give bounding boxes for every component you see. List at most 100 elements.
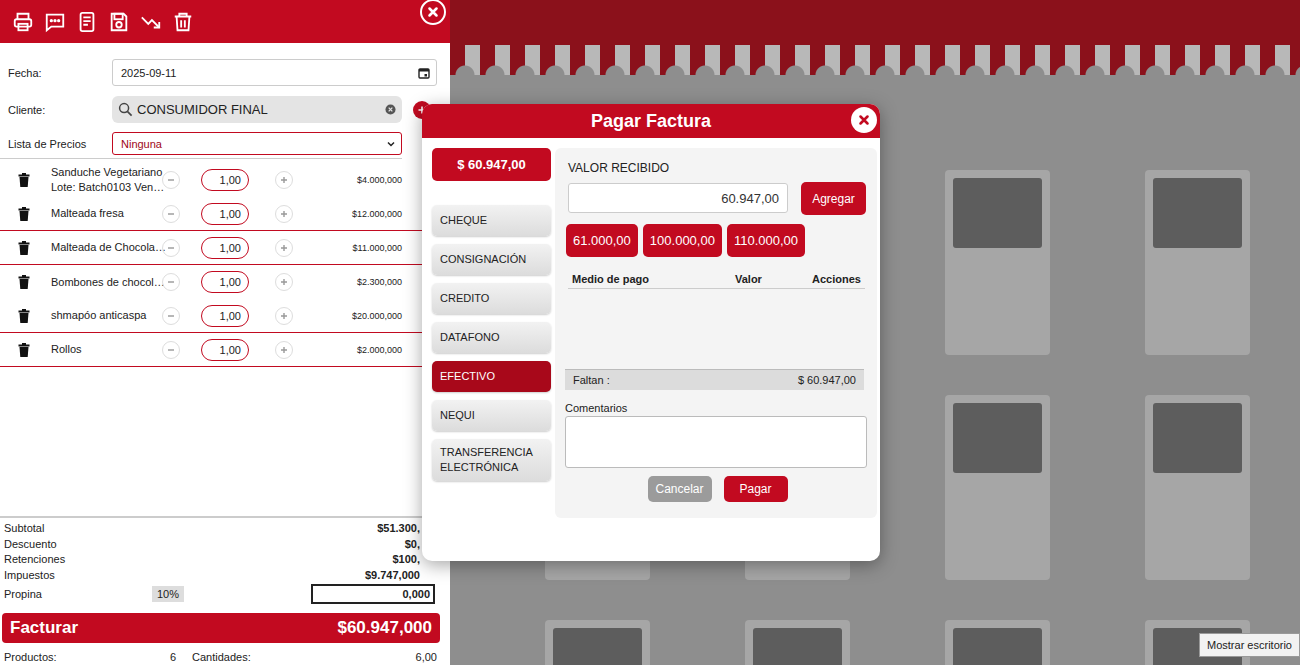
total-value: $100,	[392, 552, 420, 568]
total-label: Subtotal	[4, 521, 44, 537]
product-card[interactable]	[945, 395, 1050, 580]
client-field[interactable]: CONSUMIDOR FINAL	[112, 96, 402, 123]
awning-scallops	[450, 45, 1300, 75]
date-field[interactable]: 2025-09-11	[112, 59, 437, 86]
plus-icon	[279, 175, 289, 185]
quantity-input[interactable]: 1,00	[201, 305, 249, 327]
payment-method[interactable]: CHEQUE	[432, 205, 551, 236]
quantity-input[interactable]: 1,00	[201, 203, 249, 225]
increase-button[interactable]	[275, 239, 293, 257]
payment-panel: VALOR RECIBIDO 60.947,00 Agregar 61.000,…	[555, 148, 877, 518]
tip-input[interactable]: 0,000	[311, 584, 435, 604]
product-card[interactable]	[1145, 170, 1250, 355]
totals: Subtotal $51.300,Descuento $0,Retencione…	[0, 516, 450, 605]
quick-amount-button[interactable]: 100.000,00	[643, 224, 722, 257]
summary-item: Productos: 6	[0, 649, 180, 665]
calendar-icon[interactable]	[418, 67, 430, 79]
increase-button[interactable]	[275, 307, 293, 325]
product-card[interactable]	[745, 620, 850, 665]
comments-textarea[interactable]	[565, 416, 867, 468]
chat-icon[interactable]	[44, 11, 66, 33]
awning-banner	[450, 0, 1300, 45]
item-row: Sanduche Vegetariano Lote: Batch0103 Ven…	[0, 163, 422, 197]
item-price: $12.000,000	[293, 209, 402, 219]
close-dialog-button[interactable]	[851, 107, 877, 133]
column-header: Medio de pago	[572, 273, 735, 285]
chevron-down-icon	[386, 139, 396, 149]
quantity-input[interactable]: 1,00	[201, 339, 249, 361]
price-list-select[interactable]: Ninguna	[112, 132, 402, 155]
close-panel-button[interactable]	[420, 0, 446, 25]
remaining-bar: Faltan : $ 60.947,00	[565, 369, 864, 390]
remaining-value: $ 60.947,00	[798, 374, 856, 386]
primary-button[interactable]: Pagar	[724, 476, 788, 502]
trending-down-icon[interactable]	[140, 11, 162, 33]
trash-icon[interactable]	[18, 309, 30, 323]
trash-icon[interactable]	[18, 241, 30, 255]
decrease-button[interactable]	[162, 273, 180, 291]
product-card[interactable]	[545, 620, 650, 665]
minus-icon	[166, 277, 176, 287]
tip-percent[interactable]: 10%	[152, 586, 184, 602]
product-card[interactable]	[945, 620, 1050, 665]
minus-icon	[166, 175, 176, 185]
printer-icon[interactable]	[12, 11, 34, 33]
decrease-button[interactable]	[162, 307, 180, 325]
decrease-button[interactable]	[162, 239, 180, 257]
comments-label: Comentarios	[565, 401, 867, 416]
trash-icon[interactable]	[172, 11, 194, 33]
plus-icon	[279, 277, 289, 287]
secondary-button[interactable]: Cancelar	[648, 476, 712, 502]
form-divider	[0, 158, 402, 159]
received-input[interactable]: 60.947,00	[568, 183, 788, 213]
quantity-input[interactable]: 1,00	[201, 271, 249, 293]
quantity-input[interactable]: 1,00	[201, 169, 249, 191]
checkout-button[interactable]: Facturar $60.947,000	[2, 613, 440, 643]
product-card[interactable]	[945, 170, 1050, 355]
summary-value: 6	[170, 649, 176, 665]
quantity-input[interactable]: 1,00	[201, 237, 249, 259]
item-row: Malteada fresa 1,00 $12.000,000	[0, 197, 422, 231]
increase-button[interactable]	[275, 341, 293, 359]
total-label: Descuento	[4, 537, 57, 553]
total-value: $9.747,000	[365, 568, 420, 584]
plus-icon	[279, 243, 289, 253]
payment-method[interactable]: CONSIGNACIÓN	[432, 244, 551, 275]
decrease-button[interactable]	[162, 205, 180, 223]
document-icon[interactable]	[76, 11, 98, 33]
column-header: Valor	[735, 273, 812, 285]
summary-label: Cantidades:	[192, 649, 251, 665]
decrease-button[interactable]	[162, 171, 180, 189]
payment-method[interactable]: TRANSFERENCIA ELECTRÓNICA	[432, 439, 551, 481]
payment-method[interactable]: EFECTIVO	[432, 361, 551, 392]
quick-amount-button[interactable]: 61.000,00	[566, 224, 638, 257]
trash-icon[interactable]	[18, 207, 30, 221]
item-row: Bombones de chocol… 1,00 $2.300,000	[0, 265, 422, 299]
checkout-label: Facturar	[10, 618, 78, 638]
payment-method[interactable]: CREDITO	[432, 283, 551, 314]
trash-icon[interactable]	[18, 343, 30, 357]
item-row: shmapóo anticaspa 1,00 $20.000,000	[0, 299, 422, 333]
quick-amount-button[interactable]: 110.000,00	[727, 224, 805, 257]
increase-button[interactable]	[275, 171, 293, 189]
payments-table-header: Medio de pagoValorAcciones	[568, 269, 865, 289]
toolbar	[0, 0, 450, 43]
trash-icon[interactable]	[18, 275, 30, 289]
plus-icon	[279, 311, 289, 321]
item-name: Bombones de chocol…	[51, 275, 160, 290]
date-row: Fecha: 2025-09-11	[0, 59, 450, 86]
payment-method[interactable]: NEQUI	[432, 400, 551, 431]
total-label: Impuestos	[4, 568, 55, 584]
product-card[interactable]	[1145, 395, 1250, 580]
total-value: $0,	[405, 537, 420, 553]
clear-icon[interactable]	[385, 104, 396, 115]
remaining-label: Faltan :	[573, 374, 610, 386]
increase-button[interactable]	[275, 273, 293, 291]
item-price: $2.000,000	[293, 345, 402, 355]
save-icon[interactable]	[108, 11, 130, 33]
increase-button[interactable]	[275, 205, 293, 223]
decrease-button[interactable]	[162, 341, 180, 359]
trash-icon[interactable]	[18, 173, 30, 187]
add-button[interactable]: Agregar	[801, 182, 866, 215]
payment-method[interactable]: DATAFONO	[432, 322, 551, 353]
